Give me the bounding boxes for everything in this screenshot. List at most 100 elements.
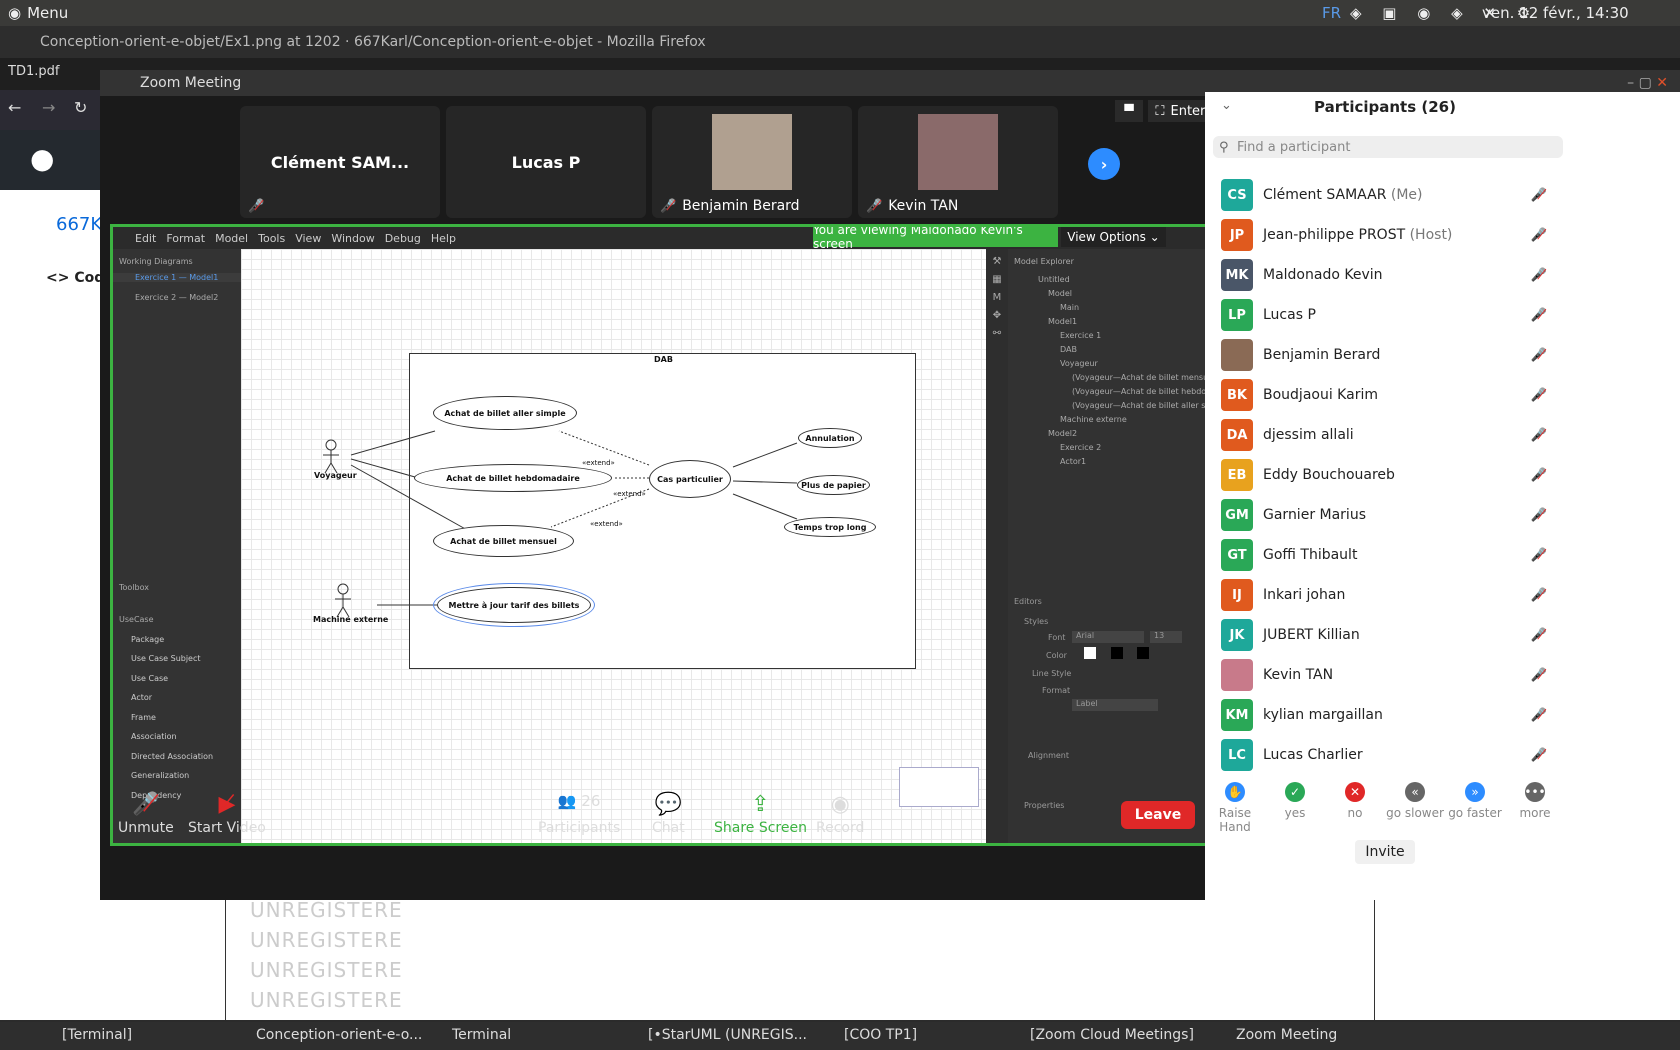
font-size[interactable]: 13 bbox=[1150, 631, 1182, 643]
video-thumb[interactable]: Clément SAM... 🎤̸ bbox=[240, 106, 440, 218]
tree-item[interactable]: (Voyageur—Achat de billet aller simp bbox=[1072, 401, 1221, 410]
tool-item[interactable]: Frame bbox=[131, 713, 156, 722]
video-thumb[interactable]: 🎤̸ Benjamin Berard bbox=[652, 106, 852, 218]
participant-row[interactable]: JP Jean-philippe PROST (Host) 🎤̸ bbox=[1205, 216, 1565, 254]
tree-item[interactable]: Untitled bbox=[1038, 275, 1070, 284]
participant-row[interactable]: MK Maldonado Kevin 🎤̸ bbox=[1205, 256, 1565, 294]
taskbar-item[interactable]: [Zoom Cloud Meetings] bbox=[1030, 1027, 1194, 1043]
forward-icon[interactable]: → bbox=[42, 98, 55, 117]
usecase-hebdo[interactable]: Achat de billet hebdomadaire bbox=[414, 464, 612, 492]
taskbar-item[interactable]: Terminal bbox=[452, 1027, 511, 1043]
participant-row[interactable]: IJ Inkari johan 🎤̸ bbox=[1205, 576, 1565, 614]
reaction-go-slower-button[interactable]: « go slower bbox=[1385, 782, 1445, 820]
tool-item[interactable]: Use Case Subject bbox=[131, 654, 201, 663]
usecase-simple[interactable]: Achat de billet aller simple bbox=[433, 396, 577, 430]
share-screen-button[interactable]: ⇪ Share Screen bbox=[714, 792, 807, 836]
properties-section[interactable]: Properties bbox=[1024, 801, 1064, 810]
font-select[interactable]: Arial bbox=[1072, 631, 1144, 643]
tree-item[interactable]: Model bbox=[1048, 289, 1072, 298]
tree-item[interactable]: Model1 bbox=[1048, 317, 1077, 326]
taskbar-item[interactable]: Zoom Meeting bbox=[1236, 1027, 1337, 1043]
format-select[interactable]: Label bbox=[1072, 699, 1158, 711]
tab-pdf[interactable]: TD1.pdf bbox=[8, 64, 59, 79]
tree-item[interactable]: Machine externe bbox=[1060, 415, 1127, 424]
toolbar-icons[interactable]: ⚒ ▦ M ✥ ⚯ bbox=[986, 249, 1008, 343]
datetime[interactable]: ven. 12 févr., 14:30 bbox=[1482, 4, 1629, 22]
view-options-button[interactable]: View Options ⌄ bbox=[1061, 227, 1166, 247]
invite-button[interactable]: Invite bbox=[1355, 840, 1415, 864]
menu-window[interactable]: Window bbox=[331, 232, 374, 245]
color-swatches[interactable] bbox=[1084, 647, 1164, 659]
reload-icon[interactable]: ↻ bbox=[74, 98, 87, 117]
participant-row[interactable]: LP Lucas P 🎤̸ bbox=[1205, 296, 1565, 334]
usecase-section[interactable]: UseCase bbox=[119, 615, 154, 624]
tree-item[interactable]: Actor1 bbox=[1060, 457, 1086, 466]
tree-item[interactable]: DAB bbox=[1060, 345, 1077, 354]
participants-button[interactable]: 👥 26 Participants bbox=[538, 792, 620, 836]
participant-row[interactable]: CS Clément SAMAAR (Me) 🎤̸ bbox=[1205, 176, 1565, 214]
tree-item[interactable]: Main bbox=[1060, 303, 1079, 312]
taskbar-item[interactable]: [•StarUML (UNREGIS... bbox=[648, 1027, 807, 1043]
usecase-mensuel[interactable]: Achat de billet mensuel bbox=[433, 525, 574, 557]
participant-row[interactable]: JK JUBERT Killian 🎤̸ bbox=[1205, 616, 1565, 654]
tool-item[interactable]: Generalization bbox=[131, 771, 189, 780]
taskbar-item[interactable]: [Terminal] bbox=[62, 1027, 132, 1043]
diagram-item[interactable]: Exercice 1 — Model1 bbox=[113, 273, 241, 282]
lang-indicator[interactable]: FR bbox=[1322, 4, 1341, 22]
participant-row[interactable]: EB Eddy Bouchouareb 🎤̸ bbox=[1205, 456, 1565, 494]
tool-item[interactable]: Directed Association bbox=[131, 752, 213, 761]
taskbar-item[interactable]: [COO TP1] bbox=[844, 1027, 917, 1043]
unmute-button[interactable]: 🎤̸ Unmute bbox=[118, 792, 174, 836]
window-controls[interactable]: – ▢ ✕ bbox=[1627, 75, 1668, 91]
tree-item[interactable]: (Voyageur—Achat de billet mensuel) bbox=[1072, 373, 1218, 382]
minimap[interactable] bbox=[899, 767, 979, 807]
reaction-more-button[interactable]: ••• more bbox=[1505, 782, 1565, 820]
back-icon[interactable]: ← bbox=[8, 98, 21, 117]
start-video-button[interactable]: ▶̸ Start Video bbox=[188, 792, 266, 836]
participant-row[interactable]: Benjamin Berard 🎤̸ bbox=[1205, 336, 1565, 374]
github-logo-icon[interactable]: ● bbox=[30, 142, 54, 175]
participant-row[interactable]: GT Goffi Thibault 🎤̸ bbox=[1205, 536, 1565, 574]
menu-label[interactable]: Menu bbox=[27, 4, 68, 22]
diagram-item[interactable]: Exercice 2 — Model2 bbox=[135, 293, 218, 302]
taskbar-item[interactable]: Conception-orient-e-o... bbox=[256, 1027, 422, 1043]
tool-item[interactable]: Use Case bbox=[131, 674, 168, 683]
video-thumb[interactable]: 🎤̸ Kevin TAN bbox=[858, 106, 1058, 218]
tree-item[interactable]: Model2 bbox=[1048, 429, 1077, 438]
record-button[interactable]: ◉ Record bbox=[816, 792, 864, 836]
tool-item[interactable]: Association bbox=[131, 732, 177, 741]
next-page-button[interactable]: › bbox=[1088, 148, 1120, 180]
tree-item[interactable]: (Voyageur—Achat de billet hebdoma bbox=[1072, 387, 1219, 396]
tree-item[interactable]: Exercice 1 bbox=[1060, 331, 1101, 340]
chat-button[interactable]: 💬 Chat bbox=[652, 792, 685, 836]
actor-machine[interactable]: Machine externe bbox=[313, 615, 388, 624]
tool-item[interactable]: Package bbox=[131, 635, 164, 644]
menu-tools[interactable]: Tools bbox=[258, 232, 285, 245]
tree-item[interactable]: Exercice 2 bbox=[1060, 443, 1101, 452]
menu-debug[interactable]: Debug bbox=[385, 232, 421, 245]
layout-icon[interactable]: ▀ bbox=[1115, 100, 1143, 122]
tool-item[interactable]: Actor bbox=[131, 693, 152, 702]
usecase-tarif[interactable]: Mettre à jour tarif des billets bbox=[433, 583, 595, 627]
reaction-yes-button[interactable]: ✓ yes bbox=[1265, 782, 1325, 820]
menu-icon[interactable]: ◉ bbox=[8, 4, 21, 22]
usecase-annulation[interactable]: Annulation bbox=[798, 428, 862, 448]
reaction-no-button[interactable]: ✕ no bbox=[1325, 782, 1385, 820]
leave-button[interactable]: Leave bbox=[1121, 801, 1195, 829]
usecase-temps[interactable]: Temps trop long bbox=[784, 517, 876, 537]
participant-row[interactable]: BK Boudjaoui Karim 🎤̸ bbox=[1205, 376, 1565, 414]
tree-item[interactable]: Voyageur bbox=[1060, 359, 1098, 368]
reaction-raise-hand-button[interactable]: ✋ Raise Hand bbox=[1205, 782, 1265, 834]
diagram-canvas[interactable]: DAB Voyageur Machine externe Achat de bi… bbox=[241, 249, 986, 843]
participant-row[interactable]: LC Lucas Charlier 🎤̸ bbox=[1205, 736, 1565, 774]
usecase-papier[interactable]: Plus de papier bbox=[797, 475, 870, 495]
participant-row[interactable]: Kevin TAN 🎤̸ bbox=[1205, 656, 1565, 694]
styles-section[interactable]: Styles bbox=[1024, 617, 1048, 626]
search-input[interactable]: ⚲ Find a participant bbox=[1213, 136, 1563, 158]
actor-voyageur[interactable]: Voyageur bbox=[314, 471, 357, 480]
menu-view[interactable]: View bbox=[295, 232, 321, 245]
participant-row[interactable]: GM Garnier Marius 🎤̸ bbox=[1205, 496, 1565, 534]
menu-format[interactable]: Format bbox=[166, 232, 205, 245]
participant-row[interactable]: KM kylian margaillan 🎤̸ bbox=[1205, 696, 1565, 734]
menu-help[interactable]: Help bbox=[431, 232, 456, 245]
